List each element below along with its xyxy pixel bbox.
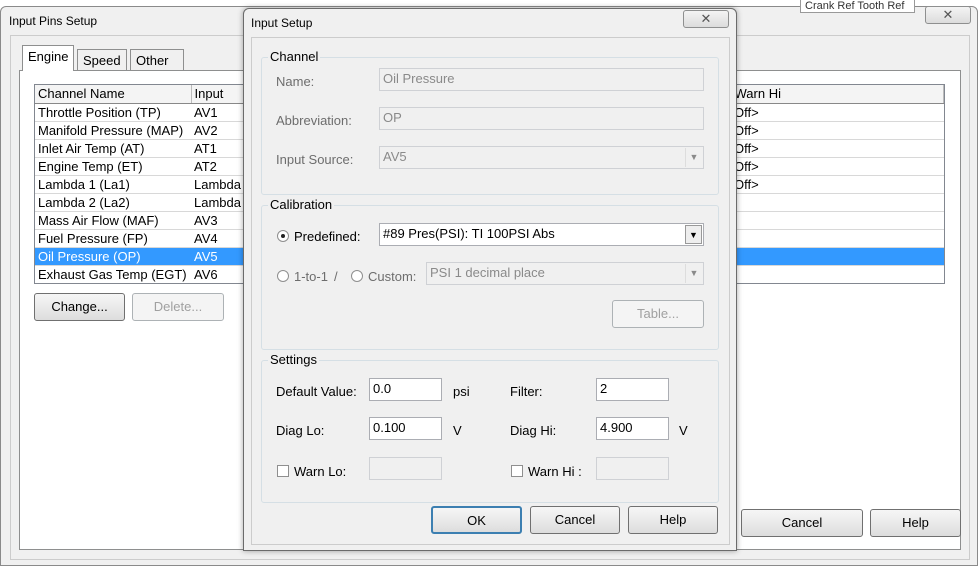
cell-warn-hi [731,229,944,248]
default-value-label: Default Value: [276,384,357,399]
cell-name: Throttle Position (TP) [35,103,191,122]
select-value: AV5 [383,149,407,164]
cell-name: Engine Temp (ET) [35,157,191,176]
dialog-cancel-button[interactable]: Cancel [530,506,620,534]
warn-lo-field [369,457,442,480]
cell-warn-hi [731,193,944,212]
diag-hi-unit: V [679,423,688,438]
slash-label: / [334,269,338,284]
cell-warn-hi [731,265,944,283]
tab-label: Other [136,53,169,68]
cell-warn-hi: Off> [731,157,944,176]
cell-name: Oil Pressure (OP) [35,247,191,266]
column-header[interactable]: Channel Name [35,85,192,104]
warn-lo-checkbox[interactable] [277,465,289,477]
window-title: Input Pins Setup [9,14,98,28]
filter-field[interactable]: 2 [596,378,669,401]
predefined-select[interactable]: #89 Pres(PSI): TI 100PSI Abs ▼ [379,223,704,246]
tab-label: Speed [83,53,121,68]
name-field: Oil Pressure [379,68,704,91]
diag-lo-label: Diag Lo: [276,423,325,438]
diag-hi-field[interactable]: 4.900 [596,417,669,440]
cell-name: Mass Air Flow (MAF) [35,211,191,230]
button-label: Table... [637,306,679,321]
diag-lo-unit: V [453,423,462,438]
behind-list-text: Crank Ref Tooth Ref [805,0,905,12]
button-label: OK [467,513,486,528]
abbreviation-field: OP [379,107,704,130]
one-to-one-label: 1-to-1 [294,269,328,284]
cell-warn-hi: Off> [731,175,944,194]
cell-name: Lambda 1 (La1) [35,175,191,194]
cell-warn-hi [731,247,944,266]
cell-warn-hi: Off> [731,139,944,158]
custom-radio[interactable] [351,270,363,282]
button-label: Help [902,515,929,530]
cell-warn-hi [731,211,944,230]
diag-hi-label: Diag Hi: [510,423,557,438]
cell-name: Fuel Pressure (FP) [35,229,191,248]
predefined-radio[interactable] [277,230,289,242]
cell-name: Manifold Pressure (MAP) [35,121,191,140]
cell-warn-hi: Off> [731,103,944,122]
close-icon: ✕ [700,11,712,26]
warn-lo-label: Warn Lo: [294,464,347,479]
button-label: Cancel [554,512,596,527]
diag-lo-field[interactable]: 0.100 [369,417,442,440]
select-value: PSI 1 decimal place [430,265,545,280]
input-source-label: Input Source: [276,152,354,167]
tab-other[interactable]: Other [130,49,184,71]
abbreviation-label: Abbreviation: [276,113,352,128]
default-value-field[interactable]: 0.0 [369,378,442,401]
cell-name: Inlet Air Temp (AT) [35,139,191,158]
input-source-select: AV5 ▼ [379,146,704,169]
warn-hi-checkbox[interactable] [511,465,523,477]
delete-button: Delete... [132,293,224,321]
chevron-down-icon: ▼ [685,225,702,244]
one-to-one-radio[interactable] [277,270,289,282]
button-label: Change... [51,299,108,314]
select-value: #89 Pres(PSI): TI 100PSI Abs [383,226,555,241]
warn-hi-label: Warn Hi : [528,464,582,479]
close-button[interactable]: ✕ [925,6,971,24]
cell-name: Lambda 2 (La2) [35,193,191,212]
predefined-label: Predefined: [294,229,361,244]
filter-label: Filter: [510,384,543,399]
ok-button[interactable]: OK [431,506,522,534]
cell-name: Exhaust Gas Temp (EGT) [35,265,191,283]
close-icon: ✕ [942,7,954,22]
button-label: Delete... [153,299,203,314]
column-header[interactable]: Warn Hi [731,85,944,104]
tab-label: Engine [28,49,69,64]
warn-hi-field [596,457,669,480]
chevron-down-icon: ▼ [685,264,702,283]
chevron-down-icon: ▼ [685,148,702,167]
dialog-help-button[interactable]: Help [628,506,718,534]
name-label: Name: [276,74,315,89]
dialog-close-button[interactable]: ✕ [683,10,729,28]
help-button[interactable]: Help [870,509,961,537]
group-label: Settings [268,352,319,367]
tab-engine[interactable]: Engine [22,45,75,71]
tab-speed[interactable]: Speed [77,49,127,71]
background-list-fragment: Crank Ref Tooth Ref [800,0,915,13]
dialog-title: Input Setup [251,16,313,30]
change-button[interactable]: Change... [34,293,125,321]
button-label: Help [659,512,687,527]
custom-label: Custom: [368,269,417,284]
cell-warn-hi: Off> [731,121,944,140]
group-label: Calibration [268,197,335,212]
cancel-button[interactable]: Cancel [741,509,863,537]
group-label: Channel [268,49,321,64]
table-button: Table... [612,300,704,328]
default-unit: psi [453,384,470,399]
custom-select: PSI 1 decimal place ▼ [426,262,704,285]
input-setup-dialog: Input Setup ✕ Channel Name: Oil Pressure… [243,8,737,551]
button-label: Cancel [781,515,823,530]
